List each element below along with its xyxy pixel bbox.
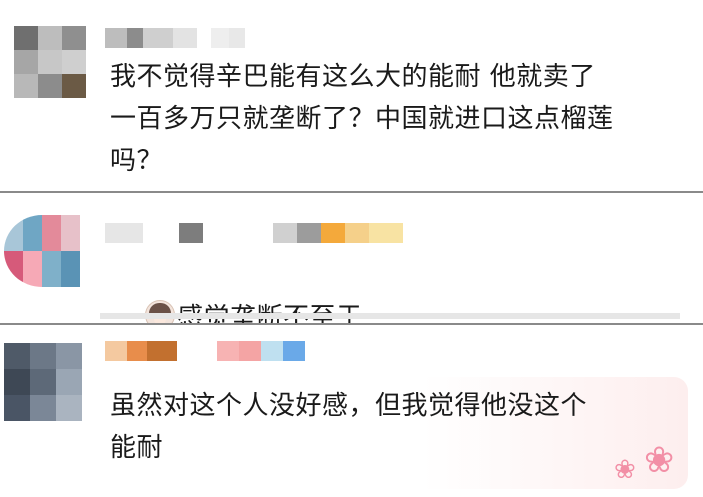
comment-item[interactable]: 虽然对这个人没好感，但我觉得他没这个 能耐 ❀ ❀ [0,325,703,497]
avatar-pixel [23,215,42,251]
comment-item[interactable]: 感觉垄断不至于 [0,193,703,333]
avatar-pixel [62,74,86,98]
avatar-pixel [38,50,62,74]
avatar-pixel [14,50,38,74]
username-blurred[interactable] [105,223,403,243]
avatar-pixel [61,251,80,287]
avatar-pixel [4,251,23,287]
avatar-pixel [62,50,86,74]
comment-text: 虽然对这个人没好感，但我觉得他没这个 能耐 [110,391,588,463]
avatar-pixel [56,369,82,395]
avatar-pixel [42,215,61,251]
username-blurred[interactable] [105,341,305,361]
username-blurred[interactable] [105,28,245,48]
avatar-pixel [4,369,30,395]
comment-text: 我不觉得辛巴能有这么大的能耐 他就卖了 一百多万只就垄断了？中国就进口这点榴莲 … [110,62,614,176]
comment-item[interactable]: 我不觉得辛巴能有这么大的能耐 他就卖了 一百多万只就垄断了？中国就进口这点榴莲 … [0,0,703,192]
avatar-pixel [14,74,38,98]
avatar[interactable] [4,215,80,287]
avatar[interactable] [14,26,86,98]
flower-icon: ❀ [614,455,636,485]
avatar-pixel [30,343,56,369]
avatar-pixel [61,215,80,251]
avatar-pixel [56,343,82,369]
avatar-pixel [4,343,30,369]
avatar-pixel [38,26,62,50]
avatar-pixel [38,74,62,98]
avatar-pixel [4,215,23,251]
avatar-pixel [4,395,30,421]
avatar-pixel [30,395,56,421]
avatar-pixel [30,369,56,395]
blurred-strip [100,313,680,319]
avatar-pixel [14,26,38,50]
avatar-pixel [42,251,61,287]
avatar-pixel [56,395,82,421]
avatar[interactable] [4,343,82,421]
avatar-pixel [23,251,42,287]
flower-icon: ❀ [644,440,675,481]
avatar-pixel [62,26,86,50]
